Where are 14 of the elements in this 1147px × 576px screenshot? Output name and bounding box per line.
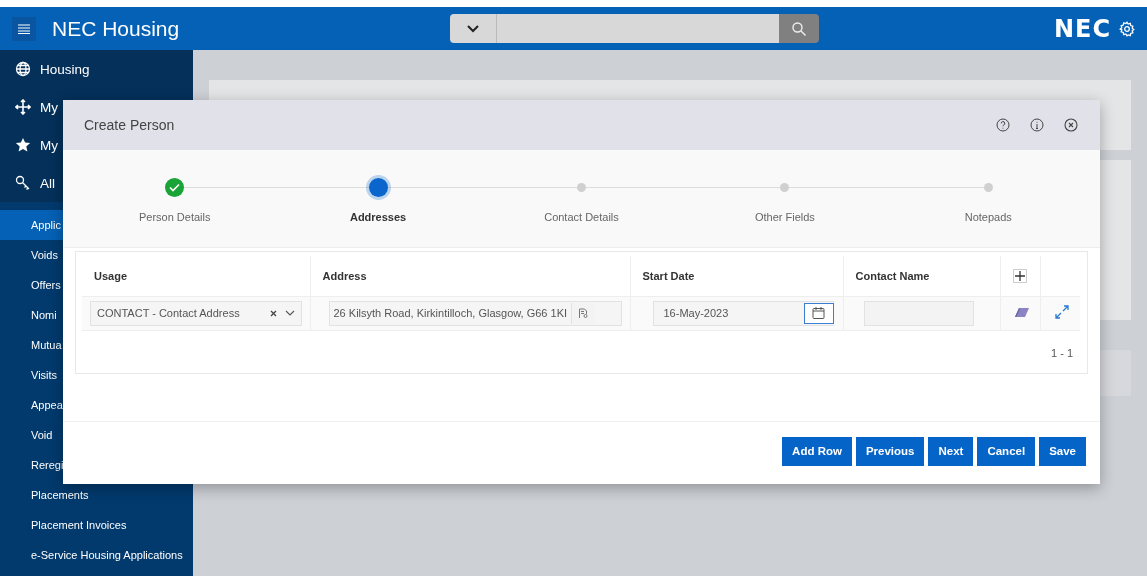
column-header: Usage xyxy=(82,256,310,296)
step-label: Notepads xyxy=(964,211,1012,223)
nav-item-label: My xyxy=(40,137,58,153)
dialog-title: Create Person xyxy=(84,117,175,133)
step-label: Other Fields xyxy=(754,211,815,223)
step-label: Addresses xyxy=(349,211,407,223)
brand-logo: NEC xyxy=(1053,14,1111,43)
step-label: Person Details xyxy=(138,211,211,223)
nav-item-label: Housing xyxy=(40,61,90,77)
step-label: Contact Details xyxy=(544,211,619,223)
nav-item-label: All xyxy=(40,175,55,191)
pagination-text: 1 - 1 xyxy=(1051,346,1073,359)
nav-item-label: My xyxy=(40,99,58,115)
app-title: NEC Housing xyxy=(52,16,181,41)
